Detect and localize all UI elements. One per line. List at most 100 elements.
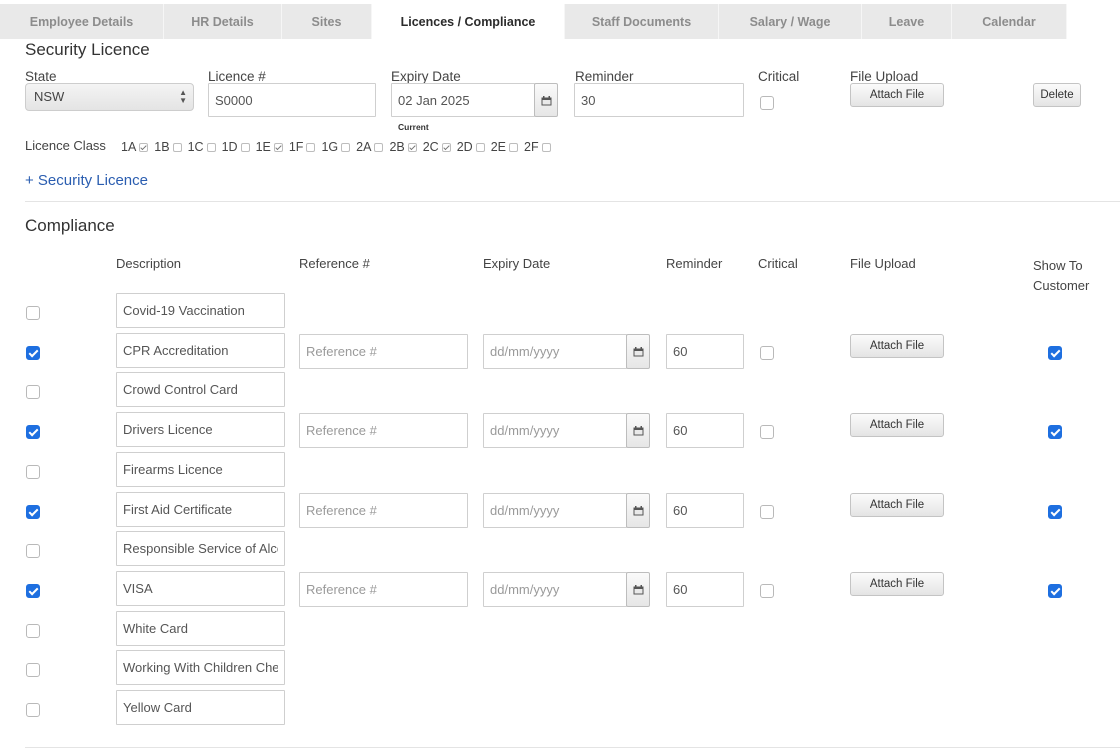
reminder-input[interactable] <box>574 83 744 117</box>
compliance-enable-checkbox[interactable] <box>26 663 40 677</box>
critical-checkbox[interactable] <box>760 425 774 439</box>
tab-salary-wage[interactable]: Salary / Wage <box>719 4 862 39</box>
licence-class-options: 1A 1B 1C 1D 1E 1F 1G 2A 2B 2C 2D 2E 2F <box>121 138 557 156</box>
licence-class-option: 2B <box>389 138 422 155</box>
reminder-input[interactable] <box>666 493 744 528</box>
licence-class-checkbox[interactable] <box>374 143 384 152</box>
column-reminder: Reminder <box>666 256 723 271</box>
show-to-customer-checkbox[interactable] <box>1048 346 1062 360</box>
tab-licences-compliance[interactable]: Licences / Compliance <box>372 4 565 39</box>
licence-class-checkbox[interactable] <box>139 143 149 152</box>
state-select[interactable]: NSW ▲ ▼ <box>25 83 194 111</box>
critical-checkbox[interactable] <box>760 584 774 598</box>
compliance-description-input[interactable] <box>116 412 285 447</box>
calendar-button[interactable] <box>626 493 650 528</box>
compliance-description-input[interactable] <box>116 531 285 566</box>
compliance-enable-checkbox[interactable] <box>26 505 40 519</box>
attach-file-button[interactable]: Attach File <box>850 572 944 596</box>
compliance-enable-checkbox[interactable] <box>26 624 40 638</box>
state-select-value: NSW <box>34 89 65 104</box>
calendar-button[interactable] <box>626 413 650 448</box>
compliance-enable-checkbox[interactable] <box>26 584 40 598</box>
licence-class-checkbox[interactable] <box>206 143 216 152</box>
add-security-licence-link[interactable]: + Security Licence <box>25 172 148 189</box>
licence-class-checkbox[interactable] <box>407 143 417 152</box>
licence-class-code: 2E <box>490 140 506 154</box>
compliance-enable-checkbox[interactable] <box>26 465 40 479</box>
tab-employee-details[interactable]: Employee Details <box>0 4 164 39</box>
licence-number-label: Licence # <box>208 69 266 84</box>
calendar-button[interactable] <box>626 334 650 369</box>
compliance-enable-checkbox[interactable] <box>26 306 40 320</box>
compliance-description-input[interactable] <box>116 611 285 646</box>
compliance-description-input[interactable] <box>116 492 285 527</box>
expiry-date-input[interactable] <box>483 413 627 448</box>
tab-staff-documents[interactable]: Staff Documents <box>565 4 719 39</box>
tab-bar: Employee Details HR Details Sites Licenc… <box>0 0 1120 39</box>
licence-class-code: 1B <box>154 140 170 154</box>
licence-class-checkbox[interactable] <box>341 143 351 152</box>
licence-class-checkbox[interactable] <box>509 143 518 152</box>
reminder-input[interactable] <box>666 572 744 607</box>
tab-leave[interactable]: Leave <box>862 4 952 39</box>
compliance-description-input[interactable] <box>116 293 285 328</box>
licence-class-checkbox[interactable] <box>172 143 182 152</box>
tab-sites[interactable]: Sites <box>282 4 372 39</box>
column-file-upload: File Upload <box>850 256 916 271</box>
licence-class-checkbox[interactable] <box>475 143 485 152</box>
compliance-description-input[interactable] <box>116 690 285 725</box>
reference-input[interactable] <box>299 493 468 528</box>
compliance-description-input[interactable] <box>116 571 285 606</box>
state-label: State <box>25 69 57 84</box>
critical-checkbox[interactable] <box>760 346 774 360</box>
expiry-date-input[interactable] <box>391 83 535 117</box>
compliance-enable-checkbox[interactable] <box>26 385 40 399</box>
licence-class-option: 2A <box>356 138 389 155</box>
calendar-button[interactable] <box>534 83 558 117</box>
attach-file-button[interactable]: Attach File <box>850 83 944 107</box>
reminder-input[interactable] <box>666 334 744 369</box>
compliance-enable-checkbox[interactable] <box>26 544 40 558</box>
reference-input[interactable] <box>299 413 468 448</box>
compliance-enable-checkbox[interactable] <box>26 346 40 360</box>
attach-file-button[interactable]: Attach File <box>850 493 944 517</box>
show-to-customer-checkbox[interactable] <box>1048 584 1062 598</box>
compliance-enable-checkbox[interactable] <box>26 703 40 717</box>
attach-file-button[interactable]: Attach File <box>850 334 944 358</box>
show-to-customer-checkbox[interactable] <box>1048 505 1062 519</box>
compliance-description-input[interactable] <box>116 650 285 685</box>
critical-checkbox[interactable] <box>760 96 774 110</box>
column-expiry-date: Expiry Date <box>483 256 551 271</box>
tab-hr-details[interactable]: HR Details <box>164 4 282 39</box>
reference-input[interactable] <box>299 334 468 369</box>
column-reference: Reference # <box>299 256 370 271</box>
expiry-date-input[interactable] <box>483 334 627 369</box>
critical-checkbox[interactable] <box>760 505 774 519</box>
calendar-button[interactable] <box>626 572 650 607</box>
delete-button[interactable]: Delete <box>1033 83 1081 107</box>
expiry-date-input[interactable] <box>483 493 627 528</box>
licence-class-option: 1C <box>188 138 222 155</box>
licence-class-code: 1A <box>121 140 137 154</box>
licence-class-checkbox[interactable] <box>441 143 451 152</box>
show-to-label-line2: Customer <box>1033 278 1090 293</box>
attach-file-button[interactable]: Attach File <box>850 413 944 437</box>
reference-input[interactable] <box>299 572 468 607</box>
licence-number-input[interactable] <box>208 83 376 117</box>
expiry-date-input[interactable] <box>483 572 627 607</box>
licence-class-checkbox[interactable] <box>240 143 250 152</box>
show-to-customer-checkbox[interactable] <box>1048 425 1062 439</box>
compliance-enable-checkbox[interactable] <box>26 425 40 439</box>
licence-class-option: 1F <box>289 138 322 155</box>
calendar-icon <box>633 506 644 516</box>
licence-class-checkbox[interactable] <box>541 143 551 152</box>
licence-class-checkbox[interactable] <box>273 143 283 152</box>
compliance-description-input[interactable] <box>116 372 285 407</box>
licence-class-checkbox[interactable] <box>306 143 316 152</box>
compliance-description-input[interactable] <box>116 452 285 487</box>
licence-class-option: 2C <box>423 138 457 155</box>
reminder-input[interactable] <box>666 413 744 448</box>
compliance-description-input[interactable] <box>116 333 285 368</box>
tab-calendar[interactable]: Calendar <box>952 4 1067 39</box>
calendar-icon <box>541 96 552 106</box>
